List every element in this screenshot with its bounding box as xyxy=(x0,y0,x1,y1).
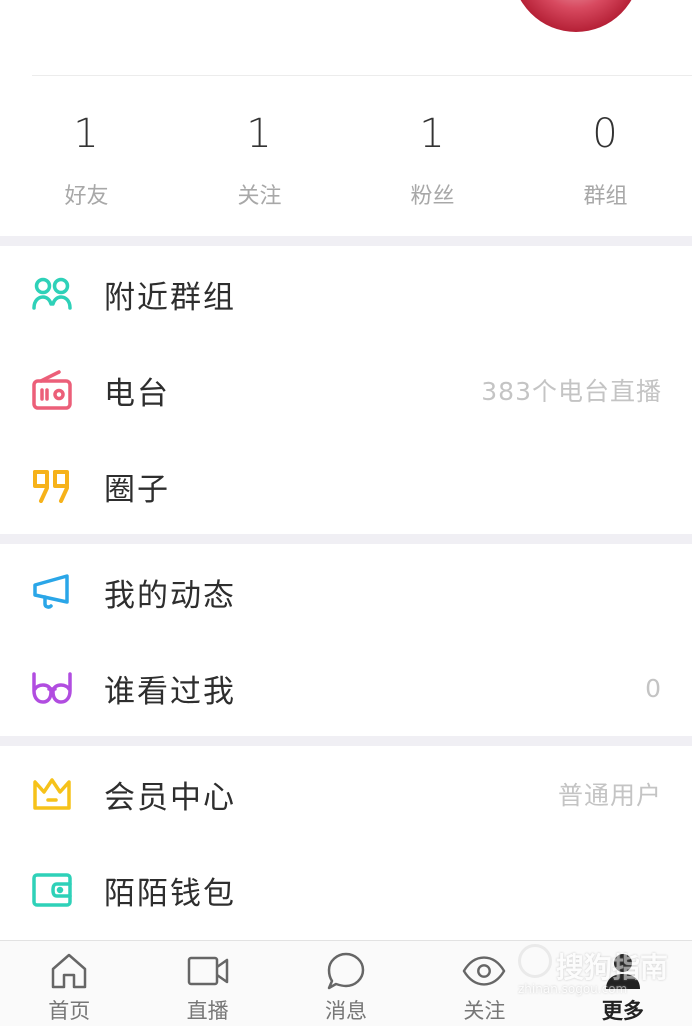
wallet-icon xyxy=(30,868,74,912)
crown-icon xyxy=(30,772,74,816)
menu-item-label: 我的动态 xyxy=(104,577,236,614)
stat-fans[interactable]: 1 粉丝 xyxy=(346,100,519,220)
eye-icon xyxy=(462,949,506,993)
menu-item-label: 附近群组 xyxy=(104,279,236,316)
avatar[interactable] xyxy=(512,0,640,32)
stat-label: 关注 xyxy=(237,184,282,209)
tab-more[interactable]: 更多 xyxy=(554,941,692,1026)
membership-status: 普通用户 xyxy=(557,781,662,810)
section-separator xyxy=(0,534,692,544)
radio-icon xyxy=(30,368,74,412)
menu-item-label: 陌陌钱包 xyxy=(104,875,236,912)
tab-following[interactable]: 关注 xyxy=(415,941,553,1026)
tab-label: 消息 xyxy=(325,999,368,1023)
person-icon xyxy=(601,949,645,993)
glasses-icon xyxy=(30,666,74,710)
people-icon xyxy=(30,272,74,316)
menu-item-circle[interactable]: 圈子 xyxy=(0,438,692,534)
menu-item-vip[interactable]: 会员中心 普通用户 xyxy=(0,746,692,842)
chat-bubble-icon xyxy=(324,949,368,993)
tab-messages[interactable]: 消息 xyxy=(277,941,415,1026)
menu-item-label: 电台 xyxy=(104,375,170,412)
menu-item-visitors[interactable]: 谁看过我 0 xyxy=(0,640,692,736)
tab-live[interactable]: 直播 xyxy=(138,941,276,1026)
section-separator xyxy=(0,736,692,746)
stat-count: 1 xyxy=(246,111,273,157)
menu-item-label: 圈子 xyxy=(104,471,170,508)
menu-item-label: 谁看过我 xyxy=(104,673,236,710)
tab-label: 首页 xyxy=(48,999,91,1023)
stats-bar: 1 好友 1 关注 1 粉丝 0 群组 xyxy=(0,100,692,220)
visitors-count: 0 xyxy=(645,673,662,703)
menu-item-label: 会员中心 xyxy=(104,779,236,816)
menu-item-nearby-groups[interactable]: 附近群组 xyxy=(0,246,692,342)
tab-label: 更多 xyxy=(601,999,644,1023)
menu-item-radio[interactable]: 电台 383个电台直播 xyxy=(0,342,692,438)
menu-item-wallet[interactable]: 陌陌钱包 xyxy=(0,842,692,938)
tab-home[interactable]: 首页 xyxy=(0,941,138,1026)
video-camera-icon xyxy=(186,949,230,993)
stat-count: 1 xyxy=(419,111,446,157)
tab-label: 直播 xyxy=(186,999,229,1023)
stat-friends[interactable]: 1 好友 xyxy=(0,100,173,220)
megaphone-icon xyxy=(30,570,74,614)
section-separator xyxy=(0,236,692,246)
home-icon xyxy=(47,949,91,993)
menu-item-my-feed[interactable]: 我的动态 xyxy=(0,544,692,640)
stat-label: 群组 xyxy=(583,184,628,209)
stat-label: 粉丝 xyxy=(410,184,455,209)
divider xyxy=(32,75,692,76)
bottom-tab-bar: 首页 直播 消息 关注 更多 xyxy=(0,940,692,1026)
stat-label: 好友 xyxy=(64,184,109,209)
stat-count: 0 xyxy=(592,111,619,157)
radio-count: 383个电台直播 xyxy=(481,377,662,406)
quote-icon xyxy=(30,464,74,508)
stat-following[interactable]: 1 关注 xyxy=(173,100,346,220)
tab-label: 关注 xyxy=(463,999,506,1023)
stat-groups[interactable]: 0 群组 xyxy=(519,100,692,220)
stat-count: 1 xyxy=(73,111,100,157)
